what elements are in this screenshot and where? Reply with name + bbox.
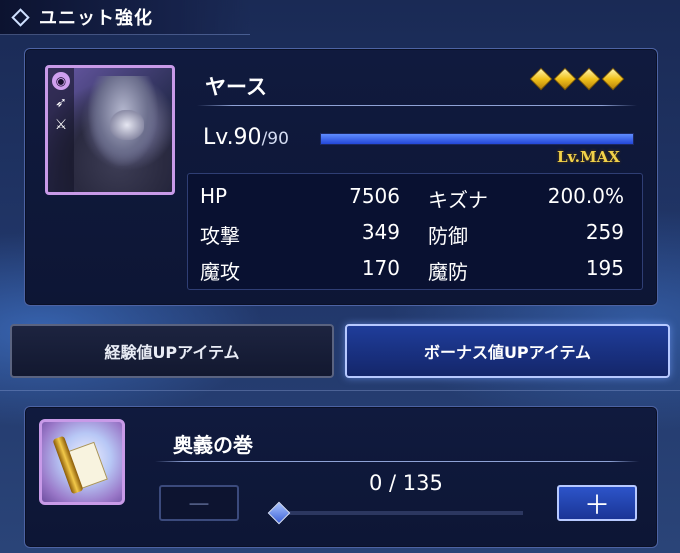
stat-label: 防御 bbox=[428, 224, 468, 248]
claw-icon: ⚔ bbox=[54, 117, 68, 133]
stat-row: HP 7506 キズナ 200.0% bbox=[188, 178, 642, 214]
stat-label: HP bbox=[200, 184, 228, 208]
stat-value: 259 bbox=[585, 220, 624, 244]
gold-diamond-icon bbox=[577, 67, 601, 91]
portrait-face bbox=[110, 110, 144, 140]
stat-value: 349 bbox=[361, 220, 400, 244]
stat-label: キズナ bbox=[428, 188, 488, 212]
unit-panel: ◉ ➶ ⚔ ヤース Lv.90/90 Lv.MAX HP 7506 キズナ 20… bbox=[24, 48, 658, 306]
stat-value: 7506 bbox=[349, 184, 400, 208]
item-count: 0 / 135 bbox=[369, 471, 443, 495]
stat-row: 魔攻 170 魔防 195 bbox=[188, 250, 642, 286]
decrease-button[interactable]: － bbox=[159, 485, 239, 521]
unit-name: ヤース bbox=[205, 75, 267, 99]
gold-diamond-icon bbox=[553, 67, 577, 91]
unit-portrait[interactable]: ◉ ➶ ⚔ bbox=[45, 65, 175, 195]
eye-icon: ◉ bbox=[52, 72, 70, 90]
bow-icon: ➶ bbox=[55, 95, 67, 111]
level-value: Lv.90 bbox=[203, 125, 262, 150]
stat-row: 攻撃 349 防御 259 bbox=[188, 214, 642, 250]
page-title: ユニット強化 bbox=[39, 8, 153, 29]
gold-diamond-icon bbox=[529, 67, 553, 91]
level-bar-fill bbox=[321, 134, 633, 144]
stat-value: 195 bbox=[585, 256, 624, 280]
item-name: 奥義の巻 bbox=[173, 433, 253, 457]
gold-diamond-icon bbox=[601, 67, 625, 91]
rarity-stars bbox=[529, 67, 625, 91]
stat-label: 攻撃 bbox=[200, 224, 240, 248]
diamond-icon bbox=[11, 7, 30, 27]
divider bbox=[0, 390, 680, 391]
level-bar bbox=[320, 133, 634, 145]
scroll-icon bbox=[39, 419, 125, 505]
portrait-role-icons: ◉ ➶ ⚔ bbox=[48, 68, 74, 192]
increase-button[interactable]: ＋ bbox=[557, 485, 637, 521]
stat-label: 魔攻 bbox=[200, 260, 240, 284]
divider bbox=[155, 461, 639, 462]
tab-bonus-up-items[interactable]: ボーナス値UPアイテム bbox=[345, 324, 670, 378]
level-text: Lv.90/90 bbox=[203, 125, 289, 150]
stat-value: 170 bbox=[361, 256, 400, 280]
title-bar: ユニット強化 bbox=[0, 0, 250, 35]
quantity-slider-handle[interactable] bbox=[267, 501, 291, 525]
level-max: /90 bbox=[261, 129, 289, 149]
stat-value: 200.0% bbox=[547, 184, 624, 208]
tab-exp-up-items[interactable]: 経験値UPアイテム bbox=[10, 324, 334, 378]
level-max-badge: Lv.MAX bbox=[557, 148, 620, 166]
divider bbox=[197, 105, 637, 106]
item-panel: 奥義の巻 0 / 135 － ＋ bbox=[24, 406, 658, 548]
stat-label: 魔防 bbox=[428, 260, 468, 284]
quantity-slider-track[interactable] bbox=[283, 511, 523, 515]
stats-table: HP 7506 キズナ 200.0% 攻撃 349 防御 259 魔攻 170 … bbox=[187, 173, 643, 290]
